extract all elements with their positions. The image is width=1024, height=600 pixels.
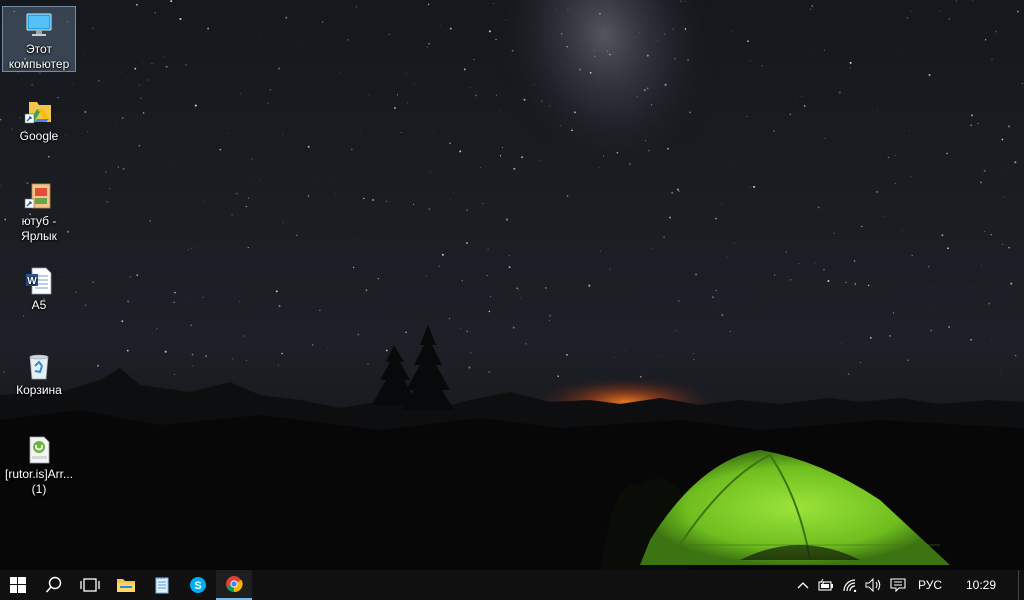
this-pc-icon xyxy=(26,13,52,36)
desktop[interactable]: Этот компьютер Google ютуб - Ярлык W А5 … xyxy=(0,0,1024,570)
google-drive-shortcut-icon xyxy=(24,102,51,124)
action-center-icon xyxy=(890,578,906,592)
wallpaper-night-sky xyxy=(0,0,1024,570)
desktop-icon-label: Этот компьютер xyxy=(8,42,70,71)
notepad-button[interactable] xyxy=(144,570,180,600)
skype-icon: S xyxy=(190,577,206,593)
torrent-file-icon xyxy=(29,436,50,464)
recycle-bin-icon xyxy=(29,354,49,380)
chevron-up-icon xyxy=(797,582,809,589)
wifi-icon xyxy=(843,579,857,592)
task-view-button[interactable] xyxy=(72,570,108,600)
chrome-button[interactable] xyxy=(216,570,252,600)
network-status[interactable] xyxy=(838,570,862,600)
windows-logo-icon xyxy=(10,577,26,593)
taskbar: S РУС 10:29 xyxy=(0,570,1024,600)
desktop-icon-label: Google xyxy=(19,129,59,143)
notepad-icon xyxy=(155,577,169,594)
search-icon xyxy=(45,576,62,593)
desktop-icon-youtube-shortcut[interactable]: ютуб - Ярлык xyxy=(2,179,76,245)
word-document-icon: W xyxy=(26,267,52,295)
clock[interactable]: 10:29 xyxy=(950,570,1012,600)
task-view-icon xyxy=(80,578,100,592)
battery-icon xyxy=(818,579,833,591)
system-tray: РУС 10:29 xyxy=(792,570,1024,600)
desktop-icon-recycle-bin[interactable]: Корзина xyxy=(2,348,76,400)
show-hidden-icons-button[interactable] xyxy=(792,570,814,600)
search-button[interactable] xyxy=(36,570,72,600)
desktop-icon-label: А5 xyxy=(31,298,47,312)
skype-button[interactable]: S xyxy=(180,570,216,600)
chrome-icon xyxy=(226,576,243,593)
volume-icon xyxy=(865,578,881,592)
action-center-button[interactable] xyxy=(886,570,910,600)
svg-text:S: S xyxy=(194,580,201,592)
battery-status[interactable] xyxy=(814,570,838,600)
folder-icon xyxy=(117,579,135,592)
desktop-icon-this-pc[interactable]: Этот компьютер xyxy=(2,6,76,72)
desktop-icon-label: ютуб - Ярлык xyxy=(21,214,57,243)
start-button[interactable] xyxy=(0,570,36,600)
svg-text:W: W xyxy=(27,276,37,287)
desktop-icon-google[interactable]: Google xyxy=(2,94,76,146)
desktop-icon-a5-document[interactable]: W А5 xyxy=(2,263,76,315)
youtube-shortcut-icon xyxy=(24,183,51,209)
volume-control[interactable] xyxy=(862,570,886,600)
file-explorer-button[interactable] xyxy=(108,570,144,600)
desktop-icon-torrent-file[interactable]: [rutor.is]Arr... (1) xyxy=(2,432,76,498)
show-desktop-button[interactable] xyxy=(1018,570,1024,600)
desktop-icon-label: [rutor.is]Arr... (1) xyxy=(4,467,73,496)
desktop-icon-label: Корзина xyxy=(16,383,62,397)
input-language-indicator[interactable]: РУС xyxy=(910,570,950,600)
